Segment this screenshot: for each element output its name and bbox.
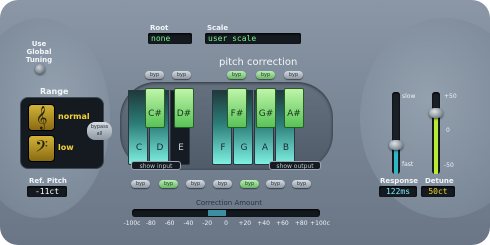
response-slow-label: slow (402, 93, 416, 100)
response-slider-handle[interactable] (389, 140, 403, 151)
correction-scale-label: 0 (224, 220, 228, 227)
correction-scale-label: -40 (183, 220, 194, 227)
detune-minus-label: -50 (444, 162, 454, 169)
global-tuning-button[interactable] (35, 64, 45, 74)
show-output-button[interactable]: show output (269, 161, 321, 170)
correction-scale-label: -80 (145, 220, 156, 227)
correction-amount-label: Correction Amount (196, 199, 262, 207)
black-key-g-sharp[interactable]: G# (256, 88, 276, 128)
bypass-d-sharp-button[interactable]: byp (172, 71, 191, 79)
bypass-g-sharp-button[interactable]: byp (256, 71, 275, 79)
black-key-d-sharp[interactable]: D# (174, 88, 194, 128)
detune-zero-label: 0 (446, 127, 450, 134)
bypass-b-button[interactable]: byp (292, 180, 311, 188)
ref-pitch-display[interactable]: -11ct (27, 186, 67, 197)
correction-scale-label: -100c (123, 220, 141, 227)
response-fast-label: fast (402, 161, 414, 168)
black-key-f-sharp[interactable]: F# (227, 88, 247, 128)
bypass-f-button[interactable]: byp (213, 180, 232, 188)
correction-scale-label: +20 (238, 220, 252, 227)
bypass-c-sharp-button[interactable]: byp (145, 71, 164, 79)
correction-scale-label: +100c (310, 220, 330, 227)
bass-clef-icon[interactable]: 𝄢 (28, 135, 55, 162)
bypass-f-sharp-button[interactable]: byp (227, 71, 246, 79)
bypass-g-button[interactable]: byp (240, 180, 259, 188)
correction-scale-label: +40 (257, 220, 270, 227)
root-menu[interactable]: none (148, 33, 192, 44)
response-label: Response (380, 177, 419, 185)
root-label: Root (150, 24, 169, 32)
treble-clef-icon[interactable]: 𝄞 (28, 104, 55, 131)
correction-scale-label: +80 (294, 220, 308, 227)
correction-scale-label: -20 (202, 220, 213, 227)
bypass-e-button[interactable]: byp (186, 180, 205, 188)
range-normal-option[interactable]: normal (58, 112, 90, 121)
scale-label: Scale (207, 24, 229, 32)
scale-menu[interactable]: user scale (205, 33, 301, 44)
pitch-correction-title: pitch correction (219, 57, 298, 68)
ref-pitch-label: Ref. Pitch (29, 177, 67, 185)
correction-scale-label: +60 (276, 220, 289, 227)
black-key-c-sharp[interactable]: C# (145, 88, 165, 128)
detune-slider-handle[interactable] (429, 107, 443, 118)
bypass-d-button[interactable]: byp (159, 180, 178, 188)
range-label: Range (40, 87, 69, 96)
correction-amount-indicator (208, 210, 226, 216)
black-key-a-sharp[interactable]: A# (284, 88, 304, 128)
global-tuning-label: Use Global Tuning (25, 40, 53, 64)
correction-scale-label: -60 (164, 220, 175, 227)
bypass-c-button[interactable]: byp (131, 180, 150, 188)
detune-label: Detune (425, 177, 454, 185)
show-input-button[interactable]: show input (131, 161, 181, 170)
response-display[interactable]: 122ms (379, 186, 417, 197)
correction-amount-meter (132, 209, 320, 217)
range-low-option[interactable]: low (58, 143, 74, 152)
bypass-all-button[interactable]: bypass all (87, 122, 112, 140)
bypass-a-sharp-button[interactable]: byp (284, 71, 303, 79)
detune-plus-label: +50 (444, 93, 457, 100)
detune-slider-fill (434, 112, 438, 174)
bypass-a-button[interactable]: byp (266, 180, 285, 188)
detune-display[interactable]: 50ct (421, 186, 455, 197)
plugin-window: Use Global Tuning Root none Scale user s… (0, 0, 490, 245)
